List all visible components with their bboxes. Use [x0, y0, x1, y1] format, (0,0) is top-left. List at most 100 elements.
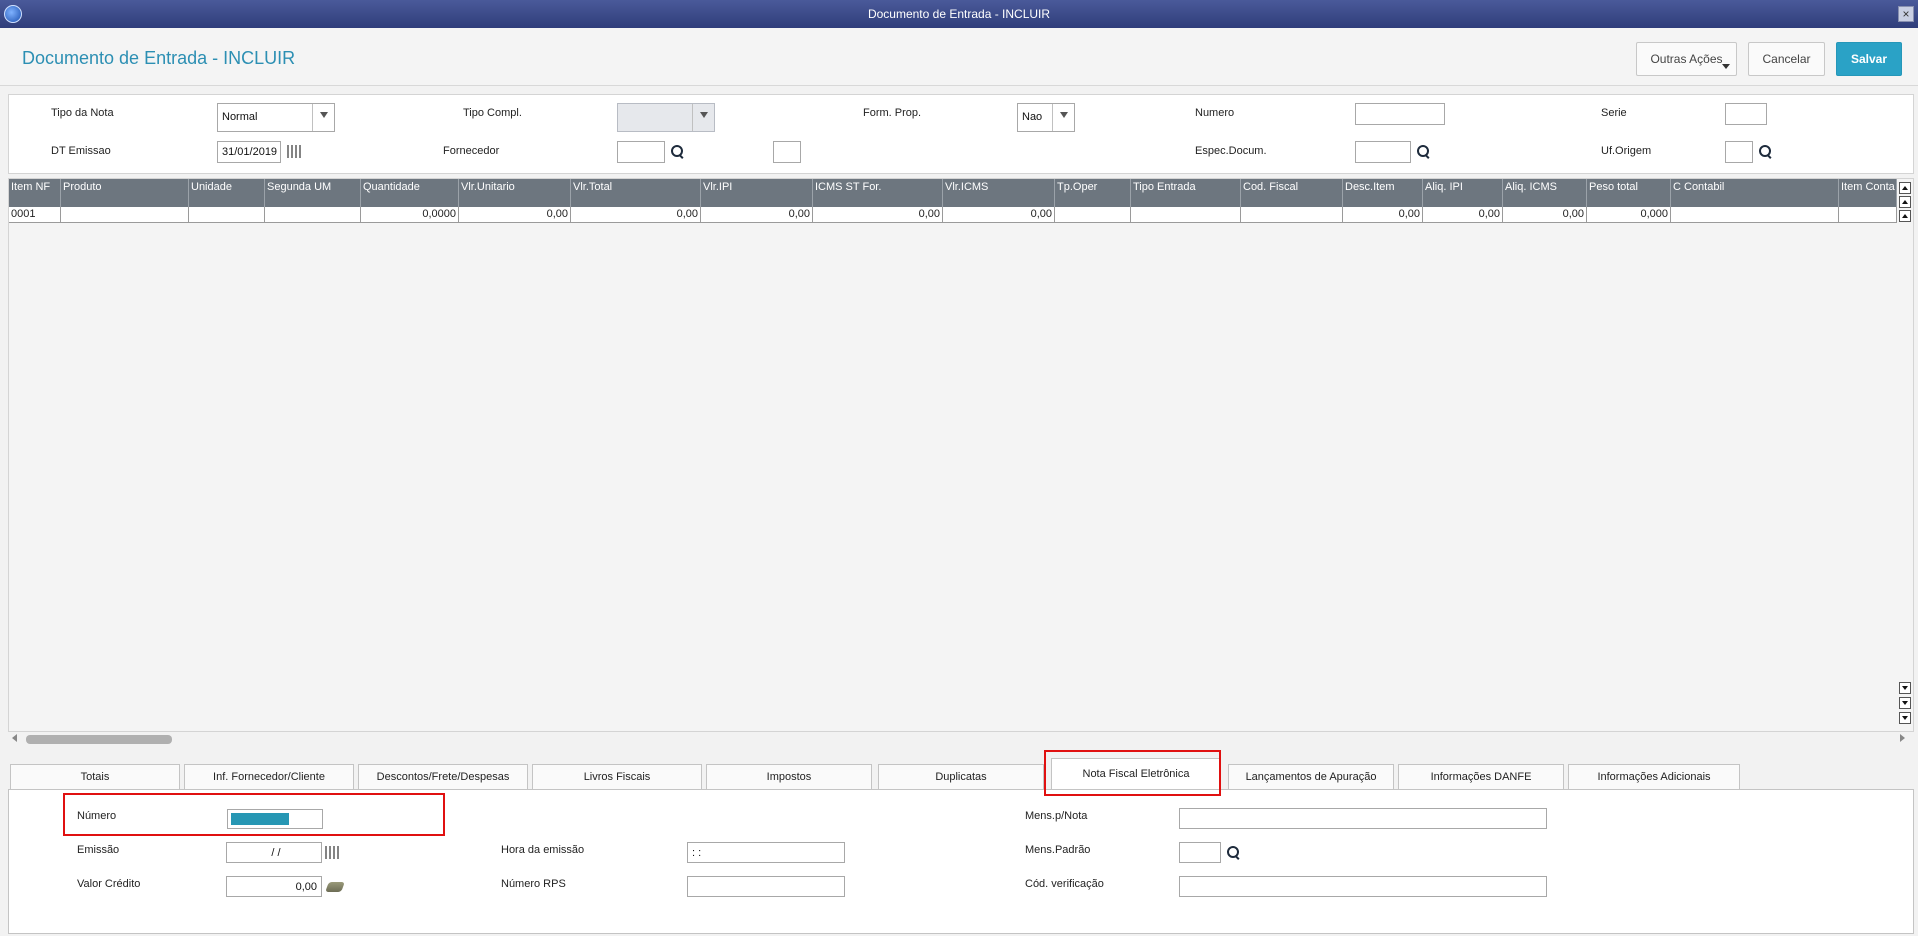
scroll-bottom-icon[interactable]: [1899, 712, 1911, 724]
close-window-icon[interactable]: ×: [1898, 6, 1914, 22]
chevron-down-icon[interactable]: [312, 104, 334, 131]
scroll-top-icon[interactable]: [1899, 182, 1911, 194]
mens-nota-label: Mens.p/Nota: [1025, 810, 1088, 822]
espec-docum-input[interactable]: [1355, 141, 1411, 163]
search-icon[interactable]: [1759, 145, 1773, 159]
col-tp-oper[interactable]: Tp.Oper: [1055, 179, 1131, 207]
table-cell[interactable]: 0,000: [1587, 207, 1671, 223]
tipo-nota-value: Normal: [222, 111, 258, 123]
col-icms-st-for[interactable]: ICMS ST For.: [813, 179, 943, 207]
window-title: Documento de Entrada - INCLUIR: [867, 7, 1051, 21]
dt-emissao-input[interactable]: 31/01/2019: [217, 141, 281, 163]
table-cell[interactable]: [265, 207, 361, 223]
table-cell[interactable]: 0,0000: [361, 207, 459, 223]
scroll-left-icon[interactable]: [12, 734, 17, 742]
search-icon[interactable]: [1227, 846, 1241, 860]
fornecedor-input[interactable]: [617, 141, 665, 163]
table-cell[interactable]: 0,00: [459, 207, 571, 223]
col-peso-total[interactable]: Peso total: [1587, 179, 1671, 207]
tab-informacoes-danfe[interactable]: Informações DANFE: [1398, 764, 1564, 790]
table-cell[interactable]: 0,00: [1343, 207, 1423, 223]
table-cell[interactable]: [1055, 207, 1131, 223]
table-cell[interactable]: 0,00: [943, 207, 1055, 223]
col-vlr-icms[interactable]: Vlr.ICMS: [943, 179, 1055, 207]
calendar-icon[interactable]: [287, 145, 302, 158]
form-prop-select[interactable]: Nao: [1017, 103, 1075, 132]
calculator-icon[interactable]: [325, 882, 345, 892]
numero-input[interactable]: [1355, 103, 1445, 125]
scroll-page-up-icon[interactable]: [1899, 196, 1911, 208]
horizontal-scrollbar[interactable]: [0, 730, 1906, 746]
col-produto[interactable]: Produto: [61, 179, 189, 207]
col-quantidade[interactable]: Quantidade: [361, 179, 459, 207]
valor-credito-input[interactable]: 0,00: [226, 876, 322, 897]
tab-totais[interactable]: Totais: [10, 764, 180, 790]
table-cell[interactable]: [1131, 207, 1241, 223]
col-aliq-ipi[interactable]: Aliq. IPI: [1423, 179, 1503, 207]
outras-acoes-button[interactable]: Outras Ações: [1636, 42, 1737, 76]
mens-padrao-input[interactable]: [1179, 842, 1221, 863]
hora-emissao-input[interactable]: : :: [687, 842, 845, 863]
table-cell[interactable]: 0,00: [1503, 207, 1587, 223]
tab-duplicatas[interactable]: Duplicatas: [878, 764, 1044, 790]
col-desc-item[interactable]: Desc.Item: [1343, 179, 1423, 207]
table-cell[interactable]: [61, 207, 189, 223]
serie-input[interactable]: [1725, 103, 1767, 125]
chevron-down-icon[interactable]: [1052, 104, 1074, 131]
tipo-nota-label: Tipo da Nota: [51, 107, 114, 119]
table-cell[interactable]: [1671, 207, 1839, 223]
tab-lancamentos[interactable]: Lançamentos de Apuração: [1228, 764, 1394, 790]
table-cell[interactable]: [1241, 207, 1343, 223]
col-segunda-um[interactable]: Segunda UM: [265, 179, 361, 207]
col-vlr-ipi[interactable]: Vlr.IPI: [701, 179, 813, 207]
tab-informacoes-adicionais[interactable]: Informações Adicionais: [1568, 764, 1740, 790]
page-header: Documento de Entrada - INCLUIR Outras Aç…: [0, 28, 1918, 86]
col-item-nf[interactable]: Item NF: [9, 179, 61, 207]
table-row[interactable]: 0001 0,0000 0,00 0,00 0,00 0,00 0,00 0,0…: [9, 207, 1897, 223]
table-cell[interactable]: [189, 207, 265, 223]
tab-inf-fornecedor[interactable]: Inf. Fornecedor/Cliente: [184, 764, 354, 790]
calendar-icon[interactable]: [325, 846, 340, 859]
mens-nota-input[interactable]: [1179, 808, 1547, 829]
table-cell[interactable]: 0001: [9, 207, 61, 223]
scroll-down-icon[interactable]: [1899, 682, 1911, 694]
tipo-nota-select[interactable]: Normal: [217, 103, 335, 132]
col-tipo-entrada[interactable]: Tipo Entrada: [1131, 179, 1241, 207]
window-titlebar: Documento de Entrada - INCLUIR ×: [0, 0, 1918, 28]
valor-credito-label: Valor Crédito: [77, 878, 141, 890]
col-unidade[interactable]: Unidade: [189, 179, 265, 207]
scroll-right-icon[interactable]: [1900, 734, 1905, 742]
table-cell[interactable]: [1839, 207, 1897, 223]
mens-padrao-label: Mens.Padrão: [1025, 844, 1091, 856]
fornecedor-loja-input[interactable]: [773, 141, 801, 163]
table-cell[interactable]: 0,00: [571, 207, 701, 223]
table-cell[interactable]: 0,00: [701, 207, 813, 223]
col-vlr-unitario[interactable]: Vlr.Unitario: [459, 179, 571, 207]
uf-origem-input[interactable]: [1725, 141, 1753, 163]
col-aliq-icms[interactable]: Aliq. ICMS: [1503, 179, 1587, 207]
cancel-button[interactable]: Cancelar: [1748, 42, 1825, 76]
numero-rps-input[interactable]: [687, 876, 845, 897]
page-title: Documento de Entrada - INCLUIR: [22, 48, 296, 68]
scroll-up-icon[interactable]: [1899, 210, 1911, 222]
search-icon[interactable]: [1417, 145, 1431, 159]
tipo-compl-select[interactable]: [617, 103, 715, 132]
cod-verificacao-input[interactable]: [1179, 876, 1547, 897]
highlight-box-numero: [63, 793, 445, 836]
col-cod-fiscal[interactable]: Cod. Fiscal: [1241, 179, 1343, 207]
scroll-thumb[interactable]: [26, 735, 172, 744]
tab-descontos[interactable]: Descontos/Frete/Despesas: [358, 764, 528, 790]
scroll-page-down-icon[interactable]: [1899, 697, 1911, 709]
chevron-down-icon[interactable]: [692, 104, 714, 131]
table-cell[interactable]: 0,00: [1423, 207, 1503, 223]
nfe-emissao-input[interactable]: / /: [226, 842, 322, 863]
tab-livros-fiscais[interactable]: Livros Fiscais: [532, 764, 702, 790]
col-vlr-total[interactable]: Vlr.Total: [571, 179, 701, 207]
tab-impostos[interactable]: Impostos: [706, 764, 872, 790]
table-cell[interactable]: 0,00: [813, 207, 943, 223]
col-c-contabil[interactable]: C Contabil: [1671, 179, 1839, 207]
search-icon[interactable]: [671, 145, 685, 159]
save-button[interactable]: Salvar: [1836, 42, 1902, 76]
col-item-conta[interactable]: Item Conta: [1839, 179, 1897, 207]
vertical-scrollbar[interactable]: [1897, 179, 1913, 731]
